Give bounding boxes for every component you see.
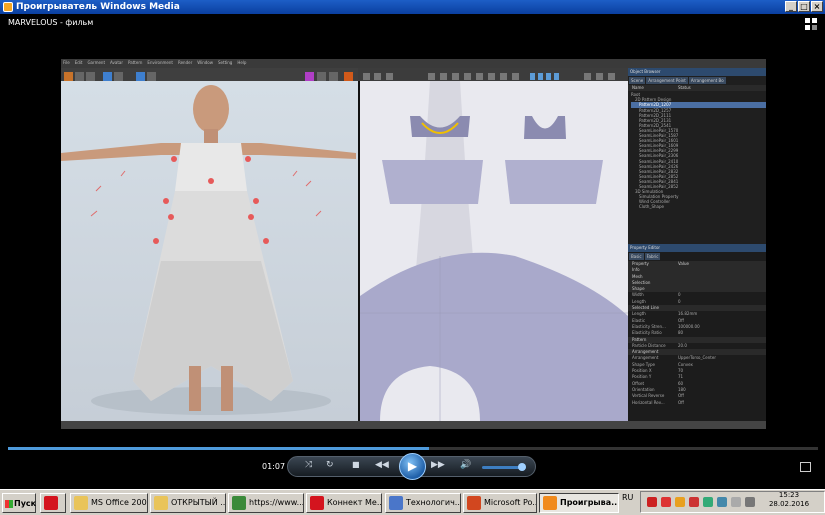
taskbar-button-label: ОТКРЫТЫЙ ... [171,498,226,507]
opera-icon [44,496,58,510]
windows-logo-icon [5,500,13,508]
folder-icon [154,496,168,510]
media-player-window: Проигрыватель Windows Media _ □ × MARVEL… [0,0,825,489]
ob-column-status: Status [678,85,691,90]
movie-title: MARVELOUS - фильм [8,18,94,27]
switch-to-library-icon[interactable] [805,18,817,30]
app-menu-item[interactable]: Edit [75,60,83,65]
taskbar-button[interactable]: Технологич... [385,493,461,513]
property-editor-tab[interactable]: Basic [629,253,644,260]
2d-toolbar [358,68,628,81]
clock-time: 15:23 [778,491,800,499]
shuffle-button[interactable]: ⤨ [305,460,312,470]
taskbar-clock[interactable]: 15:23 28.02.2016 [766,491,812,509]
taskbar-button-label: Проигрыва... [560,498,619,507]
rewind-button[interactable]: ◀◀ [375,460,389,470]
property-value: 80 [678,330,684,336]
property-editor-tab[interactable]: Fabric [644,253,661,260]
fast-forward-button[interactable]: ▶▶ [431,460,445,470]
seek-bar[interactable] [8,447,818,450]
app-menu-item[interactable]: Help [237,60,246,65]
folder-icon [74,496,88,510]
taskbar-button[interactable]: Microsoft Po... [463,493,537,513]
start-button[interactable]: Пуск [2,493,36,513]
app-menu-item[interactable]: Render [178,60,192,65]
app-menu-item[interactable]: Garment [87,60,105,65]
app-menu-item[interactable]: Setting [218,60,232,65]
object-browser-title: Object Browser [628,68,766,76]
elapsed-time: 01:07 [262,462,286,471]
object-browser-tab[interactable]: Arrangement Point [646,77,688,84]
window-title: Проигрыватель Windows Media [16,2,180,12]
taskbar-button[interactable]: ОТКРЫТЫЙ ... [150,493,226,513]
opera-icon [310,496,324,510]
video-frame[interactable]: File Edit Garment Avatar Pattern Environment R… [61,59,766,429]
stop-button[interactable]: ■ [352,460,360,469]
taskbar-button-label: Коннект Ме... [327,498,382,507]
minimize-button[interactable]: _ [785,1,797,12]
taskbar-button-label: MS Office 2007 [91,498,148,507]
play-button[interactable]: ▶ [399,453,426,480]
media-player-icon [543,496,557,510]
taskbar-button[interactable]: Проигрыва... [539,493,619,513]
taskbar-button-label: https://www.... [249,498,304,507]
seek-progress [8,447,430,450]
close-button[interactable]: × [811,1,823,12]
volume-icon[interactable]: 🔊 [460,460,471,470]
fullscreen-button[interactable] [800,462,811,472]
taskbar-button[interactable]: MS Office 2007 [70,493,148,513]
taskbar-button[interactable]: https://www.... [228,493,304,513]
object-browser-tab[interactable]: Arrangement Bo [688,77,726,84]
property-value: Off [678,399,684,405]
object-browser-tab[interactable]: Scene [629,77,646,84]
property-row[interactable]: Horizontal Rev... Off [628,400,766,406]
viewport-status-strip [61,421,766,429]
taskbar-button[interactable]: Коннект Ме... [306,493,382,513]
3d-avatar-view[interactable] [61,81,358,421]
app-menu-item[interactable]: Window [197,60,213,65]
taskbar-button-label: Microsoft Po... [484,498,537,507]
chrome-icon [232,496,246,510]
3d-toolbar [61,68,358,81]
property-value: 0 [678,298,681,304]
object-browser-panel: Object Browser Scene Arrangement Point Arr… [628,68,766,421]
app-menu-item[interactable]: Environment [147,60,173,65]
media-player-icon [3,2,13,12]
start-label: Пуск [14,499,37,508]
language-indicator[interactable]: RU [622,493,633,502]
taskbar-button-label: Технологич... [406,498,461,507]
repeat-button[interactable]: ↻ [326,460,334,470]
property-value: Value [678,261,689,266]
document-icon [389,496,403,510]
property-editor-panel: Property Editor Basic Fabric Property Valu… [628,244,766,421]
2d-pattern-view[interactable] [358,81,628,421]
clock-date: 28.02.2016 [768,500,810,508]
taskbar-button[interactable] [40,493,66,513]
app-menu-item[interactable]: Avatar [110,60,123,65]
property-name: Horizontal Rev... [632,399,665,405]
tree-item[interactable]: Cloth_Shape [631,204,766,209]
property-value: 20.0 [678,342,687,348]
app-menu-bar: File Edit Garment Avatar Pattern Environment R… [61,59,766,68]
maximize-button[interactable]: □ [798,1,810,12]
app-menu-item[interactable]: Pattern [128,60,142,65]
powerpoint-icon [467,496,481,510]
volume-knob[interactable] [518,463,526,471]
property-editor-title: Property Editor [628,244,766,252]
object-tree[interactable]: Root 2D Pattern Design Pattern2D_1207 Patte… [628,92,766,209]
ob-column-name: Name [632,85,644,90]
app-menu-item[interactable]: File [63,60,70,65]
title-bar: Проигрыватель Windows Media _ □ × [0,0,825,14]
